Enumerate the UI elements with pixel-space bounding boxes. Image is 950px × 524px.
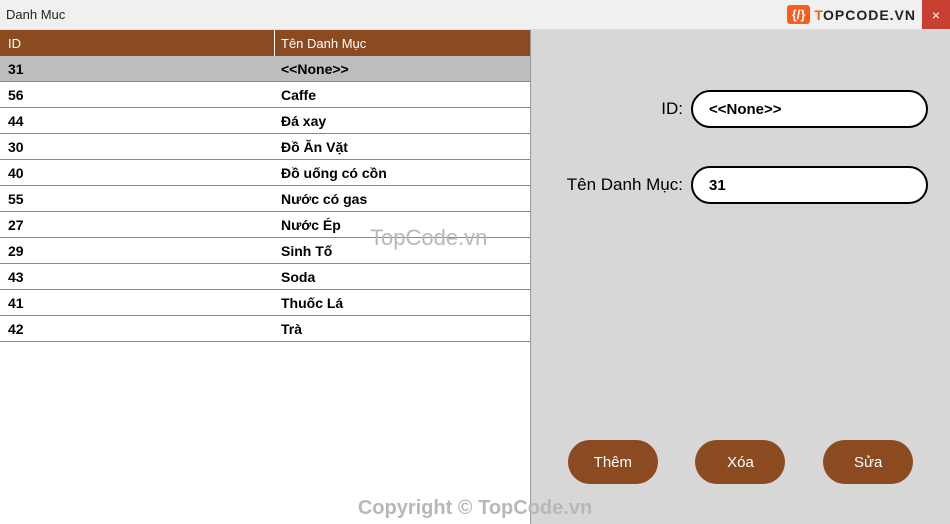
cell-id: 55 xyxy=(0,191,275,207)
cell-id: 40 xyxy=(0,165,275,181)
logo-icon: {/} xyxy=(787,5,811,24)
cell-name: Đá xay xyxy=(275,113,530,129)
button-row: Thêm Xóa Sửa xyxy=(531,440,950,484)
table-row[interactable]: 41Thuốc Lá xyxy=(0,290,530,316)
table-row[interactable]: 27Nước Ép xyxy=(0,212,530,238)
cell-id: 43 xyxy=(0,269,275,285)
logo: {/} TOPCODE.VN xyxy=(781,5,922,24)
close-button[interactable]: × xyxy=(922,0,950,29)
cell-name: Sinh Tố xyxy=(275,243,530,259)
titlebar: Danh Muc {/} TOPCODE.VN × xyxy=(0,0,950,30)
table-row[interactable]: 56Caffe xyxy=(0,82,530,108)
grid-body: 31<<None>>56Caffe44Đá xay30Đồ Ăn Vặt40Đồ… xyxy=(0,56,530,342)
add-button[interactable]: Thêm xyxy=(568,440,658,484)
cell-id: 29 xyxy=(0,243,275,259)
cell-id: 56 xyxy=(0,87,275,103)
table-row[interactable]: 55Nước có gas xyxy=(0,186,530,212)
cell-name: Trà xyxy=(275,321,530,337)
window-title: Danh Muc xyxy=(6,7,65,22)
close-icon: × xyxy=(932,7,940,23)
delete-button[interactable]: Xóa xyxy=(695,440,785,484)
name-field[interactable] xyxy=(691,166,928,204)
cell-name: Nước có gas xyxy=(275,191,530,207)
id-label: ID: xyxy=(553,99,683,119)
name-label: Tên Danh Mục: xyxy=(553,175,683,195)
form-panel: ID: Tên Danh Mục: Thêm Xóa Sửa xyxy=(531,30,950,524)
cell-id: 44 xyxy=(0,113,275,129)
table-row[interactable]: 31<<None>> xyxy=(0,56,530,82)
cell-name: Nước Ép xyxy=(275,217,530,233)
titlebar-right: {/} TOPCODE.VN × xyxy=(781,0,950,29)
grid-header: ID Tên Danh Mục xyxy=(0,30,530,56)
cell-id: 27 xyxy=(0,217,275,233)
table-row[interactable]: 44Đá xay xyxy=(0,108,530,134)
table-row[interactable]: 43Soda xyxy=(0,264,530,290)
table-row[interactable]: 42Trà xyxy=(0,316,530,342)
table-row[interactable]: 29Sinh Tố xyxy=(0,238,530,264)
header-id[interactable]: ID xyxy=(0,30,275,56)
id-field[interactable] xyxy=(691,90,928,128)
form-row-name: Tên Danh Mục: xyxy=(553,166,928,204)
edit-button[interactable]: Sửa xyxy=(823,440,913,484)
cell-id: 30 xyxy=(0,139,275,155)
grid-panel: ID Tên Danh Mục 31<<None>>56Caffe44Đá xa… xyxy=(0,30,531,524)
data-grid[interactable]: ID Tên Danh Mục 31<<None>>56Caffe44Đá xa… xyxy=(0,30,530,342)
cell-name: Soda xyxy=(275,269,530,285)
table-row[interactable]: 30Đồ Ăn Vặt xyxy=(0,134,530,160)
cell-name: Thuốc Lá xyxy=(275,295,530,311)
content: ID Tên Danh Mục 31<<None>>56Caffe44Đá xa… xyxy=(0,30,950,524)
cell-id: 31 xyxy=(0,61,275,77)
cell-name: Đồ uống có cồn xyxy=(275,165,530,181)
cell-name: Caffe xyxy=(275,87,530,103)
cell-id: 42 xyxy=(0,321,275,337)
cell-name: <<None>> xyxy=(275,61,530,77)
table-row[interactable]: 40Đồ uống có cồn xyxy=(0,160,530,186)
form: ID: Tên Danh Mục: xyxy=(531,30,950,204)
form-row-id: ID: xyxy=(553,90,928,128)
cell-name: Đồ Ăn Vặt xyxy=(275,139,530,155)
cell-id: 41 xyxy=(0,295,275,311)
header-name[interactable]: Tên Danh Mục xyxy=(275,30,530,56)
